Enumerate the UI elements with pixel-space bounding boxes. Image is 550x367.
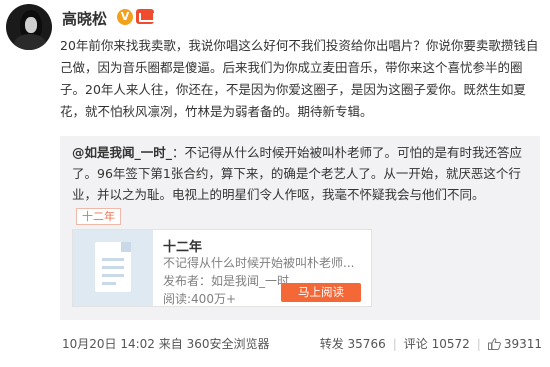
post-timestamp-source[interactable]: 10月20日 14:02 来自 360安全浏览器 [62,335,269,352]
author-name[interactable]: 高晓松 [62,8,107,29]
article-card[interactable]: 十二年 不记得从什么时候开始被叫朴老师... 发布者：如是我闻_一时_ 阅读:4… [72,229,372,307]
action-bar: 转发 35766 | 评论 10572 | 39311 [320,335,542,352]
topic-tag[interactable]: 十二年 [76,208,121,225]
article-publisher: 发布者：如是我闻_一时_ [163,274,296,288]
article-read-count: 阅读:400万+ [163,292,237,306]
repost-author-link[interactable]: @如是我闻_一时_ [72,145,172,160]
divider: | [392,336,397,351]
article-description: 不记得从什么时候开始被叫朴老师... [163,256,355,270]
article-thumbnail-icon [73,230,153,306]
repost-container: @如是我闻_一时_：不记得从什么时候开始被叫朴老师了。可怕的是有时我还答应了。9… [60,136,540,320]
like-action[interactable]: 39311 [487,336,542,351]
like-count: 39311 [503,336,542,351]
read-now-button[interactable]: 马上阅读 [281,283,361,302]
member-crown-icon[interactable] [136,9,155,24]
verified-icon: V [117,9,133,25]
post-text: 20年前你来找我卖歌，我说你唱这么好何不我们投资给你出唱片？你说你要卖歌攒钱自己… [60,38,539,119]
avatar[interactable] [6,4,52,50]
repost-body: @如是我闻_一时_：不记得从什么时候开始被叫朴老师了。可怕的是有时我还答应了。9… [72,142,532,226]
comment-action[interactable]: 评论 10572 [404,335,470,352]
divider: | [476,336,481,351]
thumbs-up-icon [487,338,501,350]
article-title[interactable]: 十二年 [163,236,202,255]
repost-action[interactable]: 转发 35766 [320,335,386,352]
